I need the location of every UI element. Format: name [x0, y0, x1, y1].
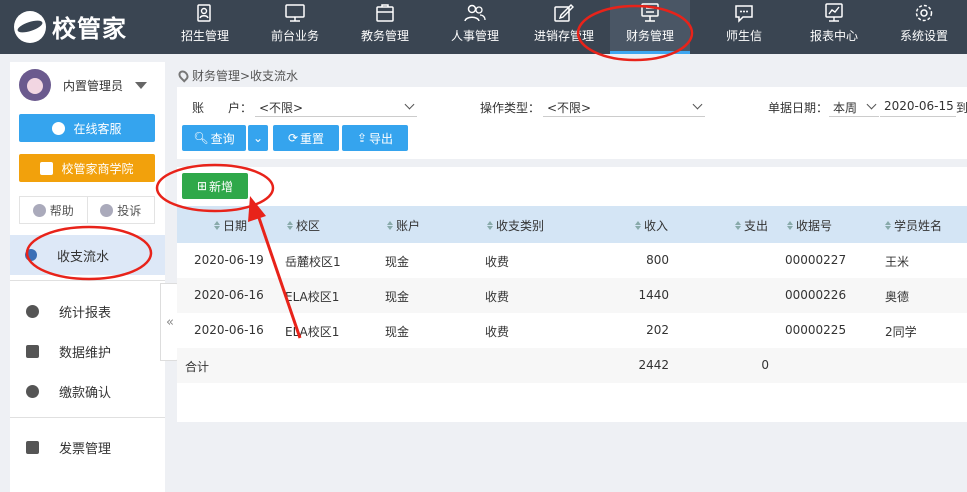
annotation-circle-cashflow [25, 225, 153, 281]
annotation-overlay [25, 4, 694, 339]
annotation-circle-finance [576, 4, 694, 62]
annotation-arrow [255, 211, 302, 339]
